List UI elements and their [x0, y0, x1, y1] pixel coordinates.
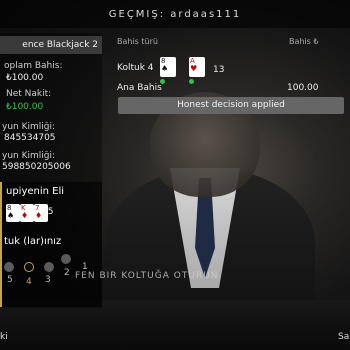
seat-5-indicator[interactable] — [4, 262, 14, 272]
main-bet-label: Ana Bahis — [117, 83, 162, 93]
game-id-label-2: yun Kimliği: — [2, 151, 56, 161]
total-bet-value: ₺100.00 — [6, 73, 44, 83]
your-seats-label: tuk (lar)ınız — [4, 236, 62, 247]
total-bet-label: oplam Bahis: — [4, 61, 63, 71]
seat-total: 13 — [213, 65, 225, 75]
seat-3-number: 3 — [45, 275, 51, 285]
seat-4-number: 4 — [26, 277, 32, 287]
dealer-card-2: K ♦ — [20, 204, 34, 222]
table-message: FEN BIR KOLTUĞA OTURUN — [75, 271, 219, 281]
dealer-total: 25 — [42, 207, 54, 217]
game-name: ence Blackjack 2 — [0, 36, 102, 54]
player-card-1: 8 ♠ — [160, 57, 176, 77]
seat-5-number: 5 — [7, 275, 13, 285]
seat-4-indicator[interactable] — [24, 262, 34, 272]
history-title: GEÇMIŞ: ardaas111 — [108, 8, 242, 20]
game-id-value-2: 598850205006 — [2, 162, 71, 172]
net-cash-label: Net Nakit: — [6, 89, 52, 99]
decision-status-bar: Honest decision applied — [118, 97, 344, 114]
bet-type-header: Bahis türü — [117, 37, 158, 46]
footer-right-button[interactable]: Sa — [338, 332, 349, 342]
game-id-value-1: 845534705 — [4, 133, 56, 143]
footer-left-button[interactable]: ki — [0, 332, 8, 342]
seat-label: Koltuk 4 — [117, 63, 154, 73]
player-card-2: A ♥ — [189, 57, 205, 77]
dealer-card-1: 8 ♠ — [6, 204, 20, 222]
history-header: GEÇMIŞ: ardaas111 — [0, 0, 350, 28]
card-highlight-2 — [189, 79, 194, 84]
main-bet-value: 100.00 — [287, 83, 319, 93]
seat-2-indicator[interactable] — [61, 254, 71, 264]
dealer-hand-label: upiyenin Eli — [6, 186, 65, 197]
net-cash-value: ₺100.00 — [6, 102, 44, 112]
dealer-hand-panel: upiyenin Eli 8 ♠ K ♦ 7 ♦ 25 tuk (lar)ınız 5… — [0, 182, 102, 307]
game-id-label-1: yun Kimliği: — [2, 122, 56, 132]
seat-3-indicator[interactable] — [44, 262, 54, 272]
bet-amount-header: Bahis ₺ — [289, 37, 319, 46]
seat-2-number: 2 — [64, 268, 70, 278]
